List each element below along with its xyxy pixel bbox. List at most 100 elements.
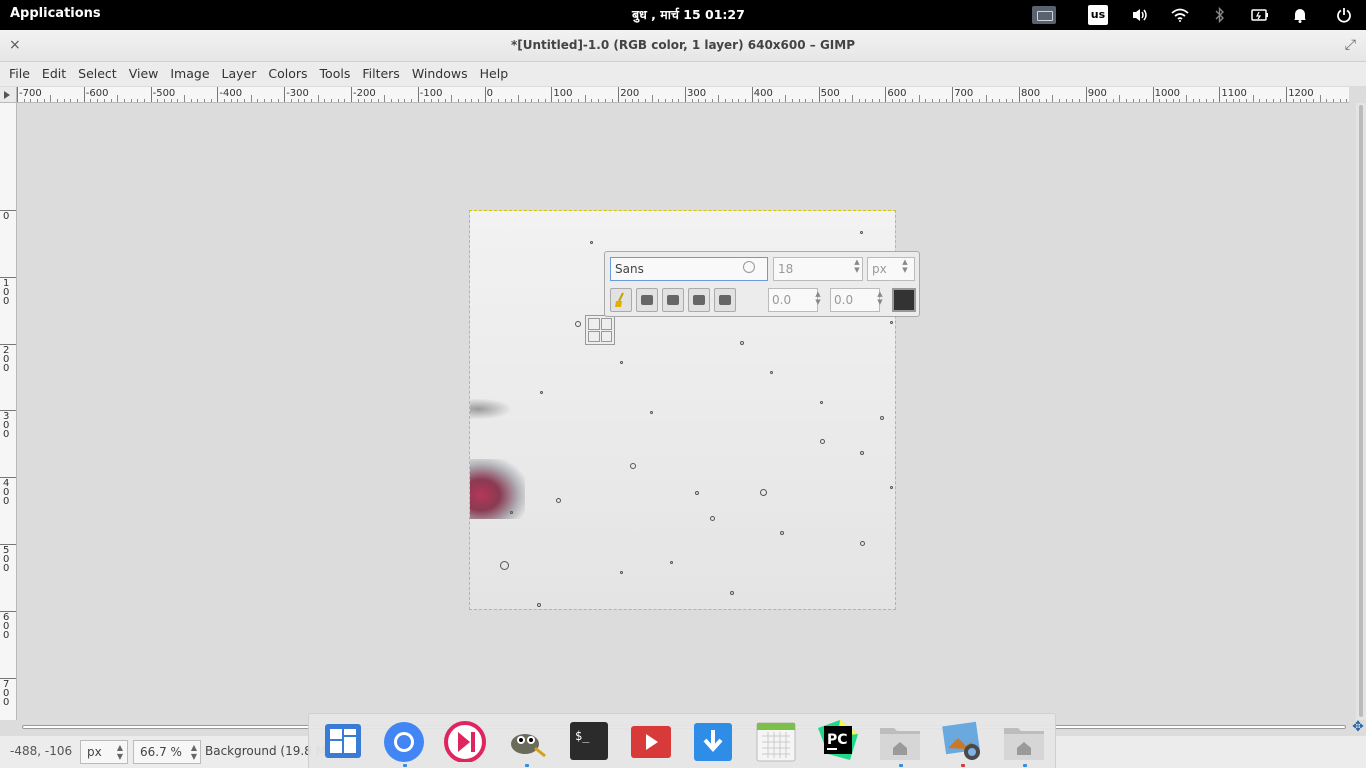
ruler-minor-tick <box>324 99 326 102</box>
volume-icon[interactable] <box>1128 0 1152 30</box>
underline-button[interactable] <box>688 288 710 312</box>
ruler-minor-tick <box>691 99 693 102</box>
menu-image[interactable]: Image <box>170 62 209 86</box>
image-viewer-icon[interactable] <box>940 718 984 762</box>
ruler-minor-tick <box>678 99 680 102</box>
clear-style-button[interactable] <box>610 288 632 312</box>
pycharm-label: PC <box>827 732 848 748</box>
bold-button[interactable] <box>636 288 658 312</box>
ruler-minor-tick <box>210 99 212 102</box>
raindrop <box>556 498 561 503</box>
ruler-tick <box>551 87 553 102</box>
ruler-minor-tick <box>103 99 105 102</box>
ruler-label: 0 <box>486 88 493 99</box>
raindrop <box>510 511 513 514</box>
running-indicator <box>403 764 407 767</box>
vertical-scrollbar[interactable] <box>1356 103 1366 720</box>
power-icon[interactable] <box>1332 0 1356 30</box>
notifications-icon[interactable] <box>1288 0 1312 30</box>
wifi-icon[interactable] <box>1168 0 1192 30</box>
zoom-combo[interactable]: 66.7 % ▲ ▼ <box>133 740 201 764</box>
media-player-icon[interactable] <box>443 718 487 763</box>
ruler-tick <box>217 87 219 102</box>
applications-menu[interactable]: Applications <box>10 6 101 21</box>
ruler-minor-tick <box>504 99 506 102</box>
ruler-minor-tick <box>1192 99 1194 102</box>
calendar-icon[interactable] <box>754 718 798 762</box>
menu-layer[interactable]: Layer <box>222 62 257 86</box>
font-size-input[interactable]: 18 <box>773 257 863 281</box>
ruler-minor-tick <box>237 99 239 102</box>
clock[interactable]: बुध , मार्च 15 01:27 <box>632 6 745 23</box>
menu-windows[interactable]: Windows <box>412 62 468 86</box>
navigate-icon[interactable]: ✥ <box>1350 720 1366 736</box>
ruler-minor-tick <box>898 99 900 102</box>
pycharm-icon[interactable]: PC <box>816 718 860 762</box>
menu-filters[interactable]: Filters <box>362 62 399 86</box>
unit-combo[interactable]: px ▲ ▼ <box>80 740 128 764</box>
kerning-input[interactable]: 0.0 <box>830 288 880 312</box>
home-folder-2-icon[interactable] <box>1002 718 1046 762</box>
italic-button[interactable] <box>662 288 684 312</box>
vertical-ruler[interactable]: 0 100 200 300 400 500 600 700 <box>0 103 17 720</box>
quick-mask-toggle[interactable] <box>0 87 17 103</box>
gimp-icon[interactable] <box>505 718 549 762</box>
pointer-coords: -488, -106 <box>10 744 73 758</box>
menu-select[interactable]: Select <box>78 62 117 86</box>
unit-spin-icon[interactable]: ▲ ▼ <box>901 258 909 274</box>
ruler-minor-tick <box>270 99 272 102</box>
battery-icon[interactable] <box>1248 0 1272 30</box>
ruler-minor-tick <box>477 99 479 102</box>
menu-colors[interactable]: Colors <box>268 62 307 86</box>
ruler-minor-tick <box>718 95 720 102</box>
ruler-minor-tick <box>264 99 266 102</box>
baseline-spin-icon[interactable]: ▲ ▼ <box>814 290 822 306</box>
ruler-minor-tick <box>1119 95 1121 102</box>
ruler-minor-tick <box>1145 99 1147 102</box>
terminal-icon[interactable]: $_ <box>567 718 611 762</box>
ruler-minor-tick <box>57 99 59 102</box>
text-box-handle[interactable] <box>585 315 615 345</box>
ruler-label: -100 <box>419 88 443 99</box>
chromium-icon[interactable] <box>382 718 426 762</box>
size-spin-icon[interactable]: ▲ ▼ <box>853 258 861 274</box>
bluetooth-icon[interactable] <box>1208 0 1232 30</box>
maximize-icon[interactable]: ⤢ <box>1345 37 1356 53</box>
keyboard-icon[interactable] <box>1032 6 1056 24</box>
text-color-button[interactable] <box>892 288 916 312</box>
workspaces-icon[interactable] <box>321 718 365 762</box>
keyboard-layout-badge[interactable]: us <box>1088 5 1108 25</box>
ruler-minor-tick <box>177 99 179 102</box>
ruler-label: 0 <box>3 211 10 222</box>
youtube-player-icon[interactable] <box>629 718 673 762</box>
menu-view[interactable]: View <box>129 62 159 86</box>
baseline-input[interactable]: 0.0 <box>768 288 818 312</box>
ruler-minor-tick <box>404 99 406 102</box>
ruler-minor-tick <box>892 99 894 102</box>
menu-help[interactable]: Help <box>480 62 509 86</box>
ruler-minor-tick <box>1092 99 1094 102</box>
horizontal-ruler[interactable]: -700 -600 -500 -400 -300 -200 -100 0 100 200 300 40… <box>17 87 1349 103</box>
ruler-minor-tick <box>644 99 646 102</box>
kerning-spin-icon[interactable]: ▲ ▼ <box>876 290 884 306</box>
ruler-minor-tick <box>544 99 546 102</box>
ruler-minor-tick <box>1099 99 1101 102</box>
font-preview-icon <box>743 261 755 273</box>
raindrop <box>500 561 509 570</box>
ruler-minor-tick <box>1186 95 1187 102</box>
ruler-tick <box>17 87 18 102</box>
ruler-minor-tick <box>30 99 32 102</box>
menu-file[interactable]: File <box>9 62 30 86</box>
downloader-icon[interactable] <box>691 718 735 762</box>
ruler-minor-tick <box>978 99 980 102</box>
ruler-minor-tick <box>765 99 767 102</box>
strikethrough-button[interactable] <box>714 288 736 312</box>
ruler-minor-tick <box>1045 99 1047 102</box>
ruler-minor-tick <box>604 99 606 102</box>
menu-edit[interactable]: Edit <box>42 62 66 86</box>
menu-tools[interactable]: Tools <box>320 62 351 86</box>
home-folder-icon[interactable] <box>878 718 922 762</box>
ruler-tick <box>1152 87 1154 102</box>
ruler-tick <box>484 87 486 102</box>
ruler-minor-tick <box>424 99 426 102</box>
